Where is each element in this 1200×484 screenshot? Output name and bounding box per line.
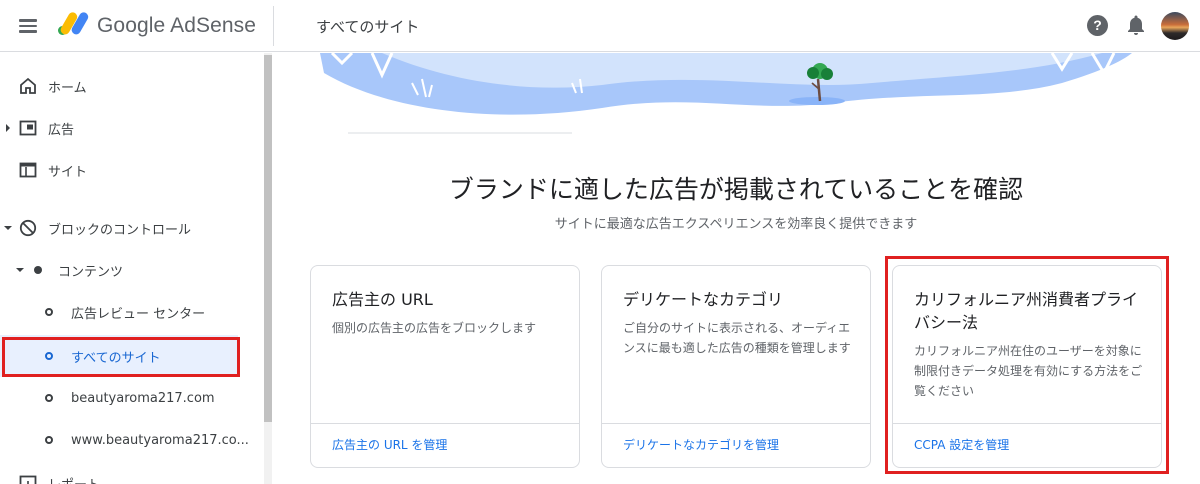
card-divider [602,423,870,424]
adsense-logo-icon [58,12,89,35]
sidebar-item-label: ホーム [48,80,87,96]
manage-sensitive-categories-link[interactable]: デリケートなカテゴリを管理 [623,436,779,453]
card-divider [311,423,579,424]
home-icon [18,76,38,96]
header-divider [273,6,274,46]
highlight-frame [2,337,240,377]
sidebar-item-content[interactable]: コンテンツ [0,250,264,290]
page-heading: ブランドに適した広告が掲載されていることを確認 [448,175,1024,204]
account-avatar[interactable] [1161,12,1189,40]
sidebar-item-label: ブロックのコントロール [48,222,192,238]
sidebar-item-blocking-controls[interactable]: ブロックのコントロール [0,208,264,248]
sidebar-item-ad-review-center[interactable]: 広告レビュー センター [0,292,264,332]
card-description: 個別の広告主の広告をブロックします [332,321,537,335]
card-description: ご自分のサイトに表示される、オーディエンスに最も適した広告の種類を管理します [623,321,851,355]
ring-icon [45,436,53,444]
help-icon[interactable]: ? [1087,15,1108,36]
sidebar-item-sites[interactable]: サイト [0,150,264,190]
expand-caret-icon[interactable] [6,124,10,132]
ring-icon [45,394,53,402]
sidebar-item-label: beautyaroma217.com [71,390,215,406]
top-app-bar: Google AdSense すべてのサイト ? [0,0,1200,52]
sidebar-item-reports[interactable]: レポート [0,463,264,484]
sites-icon [18,160,38,180]
main-content: ブランドに適した広告が掲載されていることを確認 サイトに最適な広告エクスペリエン… [272,53,1200,484]
card-title: 広告主の URL [332,290,433,309]
menu-icon[interactable] [16,14,40,38]
sidebar-item-label: レポート [48,474,100,484]
page-subheading: サイトに最適な広告エクスペリエンスを効率良く提供できます [554,217,918,232]
landscape-illustration [320,53,1132,134]
ads-icon [18,118,38,138]
page-title: すべてのサイト [316,18,420,36]
sidebar-item-label: コンテンツ [58,264,124,280]
sensitive-categories-card: デリケートなカテゴリ ご自分のサイトに表示される、オーディエンスに最も適した広告… [601,265,871,468]
sidebar-item-site-2[interactable]: www.beautyaroma217.co... [0,420,264,460]
ring-icon [45,308,53,316]
advertiser-url-card: 広告主の URL 個別の広告主の広告をブロックします 広告主の URL を管理 [310,265,580,468]
block-icon [18,218,38,238]
sidebar-item-label: 広告 [48,122,75,138]
sidebar-item-home[interactable]: ホーム [0,66,264,106]
sidebar-item-label: サイト [48,164,88,180]
sidebar-item-label: www.beautyaroma217.co... [71,432,249,448]
highlight-frame [885,256,1169,474]
product-name: Google AdSense [97,14,257,37]
sidebar-item-ads[interactable]: 広告 [0,108,264,148]
collapse-caret-icon[interactable] [16,268,24,272]
dot-icon [34,266,42,274]
reports-icon [18,473,38,484]
card-title: デリケートなカテゴリ [623,290,784,309]
notifications-icon[interactable] [1126,14,1146,36]
sidebar-nav: ホーム 広告 サイト ブロックのコントロール コンテンツ 広告レビュー センター… [0,53,272,484]
collapse-caret-icon[interactable] [4,226,12,230]
sidebar-item-label: 広告レビュー センター [71,306,206,322]
manage-advertiser-url-link[interactable]: 広告主の URL を管理 [332,436,447,453]
sidebar-item-site-1[interactable]: beautyaroma217.com [0,378,264,418]
sidebar-scroll-thumb[interactable] [264,55,272,422]
